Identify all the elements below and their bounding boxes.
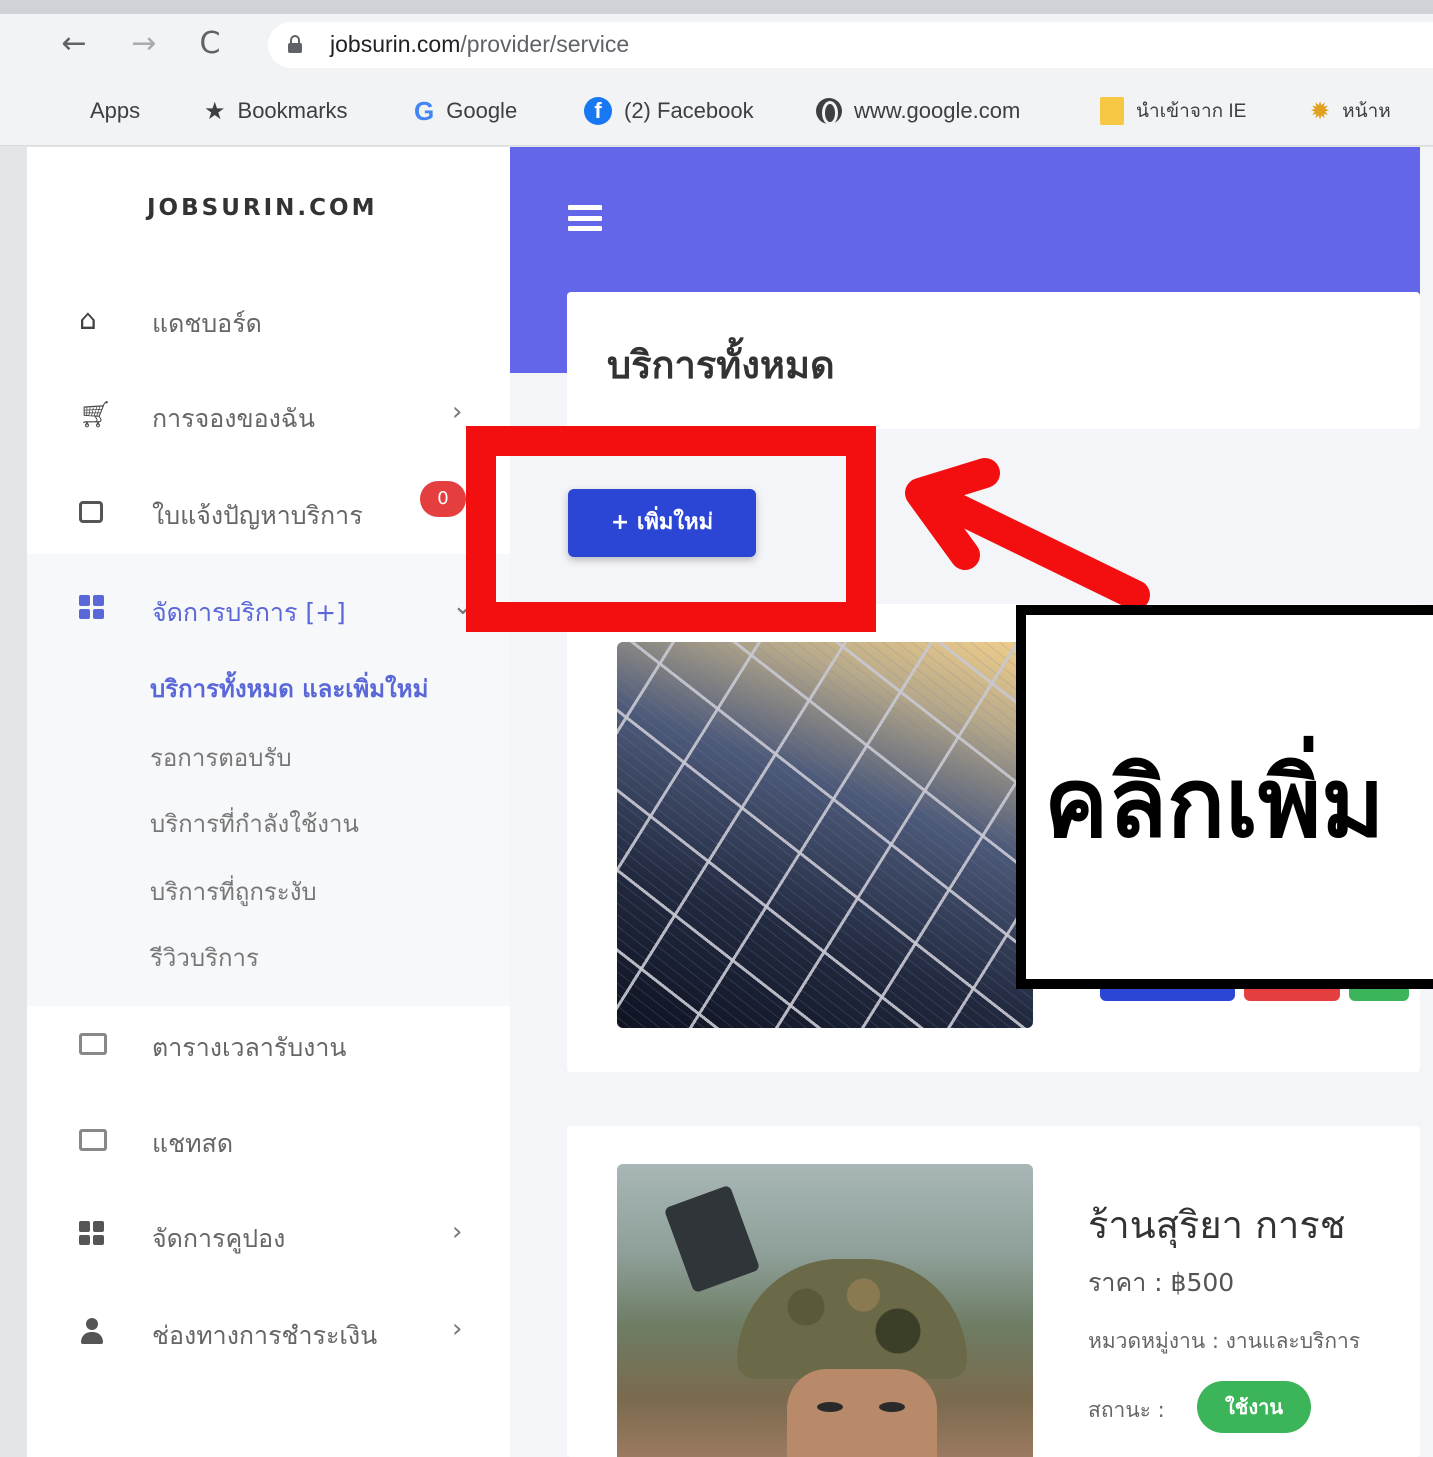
submenu-all-services[interactable]: บริการทั้งหมด และเพิ่มใหม่ (150, 669, 428, 708)
notification-badge: 0 (420, 481, 466, 517)
bookmarks-bar: Apps ★ Bookmarks G Google f (2) Facebook… (0, 76, 1433, 146)
home-icon: ⌂ (79, 303, 97, 336)
sidebar-item-label: จัดการบริการ [+] (152, 598, 346, 627)
sidebar-item-manage-services[interactable]: จัดการบริการ [+] ⌄ (27, 579, 510, 639)
sidebar-item-dashboard[interactable]: ⌂ แดชบอร์ด (27, 290, 510, 350)
service-card[interactable]: ร้านสุริยา การช ราคา : ฿500 หมวดหมู่งาน … (567, 1126, 1420, 1457)
sidebar-item-schedule[interactable]: ตารางเวลารับงาน (27, 1014, 510, 1074)
sidebar-item-label: จัดการคูปอง (152, 1224, 286, 1253)
sidebar-item-label: ช่องทางการชำระเงิน (152, 1321, 378, 1350)
bookmark-label: www.google.com (854, 98, 1021, 123)
apps-grid-icon (58, 101, 78, 121)
submenu-active-services[interactable]: บริการที่กำลังใช้งาน (150, 804, 359, 843)
browser-tab-strip (0, 0, 1433, 14)
bookmark-label: หน้าห (1342, 101, 1391, 122)
forward-arrow-icon[interactable]: → (126, 26, 162, 62)
submenu-reviews[interactable]: รีวิวบริการ (150, 938, 259, 977)
submenu-pending[interactable]: รอการตอบรับ (150, 738, 292, 777)
service-category: หมวดหมู่งาน : งานและบริการ (1088, 1329, 1361, 1353)
bookmark-label: (2) Facebook (624, 98, 754, 123)
sidebar: JOBSURIN.COM ⌂ แดชบอร์ด 🛒︎ การจองของฉัน … (27, 147, 510, 1457)
bookmark-site[interactable]: ✹ หน้าห (1310, 96, 1391, 126)
sidebar-item-label: แดชบอร์ด (152, 309, 262, 338)
page-title: บริการทั้งหมด (607, 343, 835, 387)
hamburger-menu-icon[interactable] (568, 205, 602, 231)
reload-icon[interactable]: C (192, 26, 228, 62)
chevron-right-icon: › (452, 1217, 463, 1247)
user-icon (79, 1318, 107, 1346)
bookmark-site-icon: ✹ (1310, 97, 1331, 125)
calendar-icon (79, 1030, 107, 1058)
sidebar-item-bookings[interactable]: 🛒︎ การจองของฉัน › (27, 385, 510, 445)
service-title[interactable]: ร้านสุริยา การช (1088, 1194, 1346, 1255)
url-domain: jobsurin.com (330, 31, 461, 57)
highlight-box (466, 426, 876, 632)
sidebar-item-coupons[interactable]: จัดการคูปอง › (27, 1205, 510, 1265)
page-title-card: บริการทั้งหมด (567, 292, 1420, 429)
bookmark-label: Google (446, 98, 518, 123)
pointer-arrow-icon (905, 458, 1150, 610)
inbox-icon (79, 498, 107, 526)
sidebar-item-live-chat[interactable]: แชทสด (27, 1110, 510, 1170)
globe-icon (816, 98, 842, 125)
service-image-technician[interactable] (617, 1164, 1033, 1457)
chevron-right-icon: › (452, 397, 463, 427)
service-image-solar-panel[interactable] (617, 642, 1033, 1028)
chevron-right-icon: › (452, 1314, 463, 1344)
star-icon: ★ (204, 97, 226, 125)
callout-box: คลิกเพิ่ม (1016, 605, 1433, 989)
bookmark-label: Apps (90, 98, 141, 123)
bookmark-google-com[interactable]: www.google.com (816, 96, 1020, 126)
browser-toolbar: ← → C jobsurin.com/provider/service (0, 14, 1433, 76)
bookmark-bookmarks[interactable]: ★ Bookmarks (204, 96, 348, 126)
sidebar-item-label: แชทสด (152, 1129, 234, 1158)
address-bar[interactable]: jobsurin.com/provider/service (268, 22, 1433, 68)
grid-icon (79, 1221, 107, 1249)
sidebar-item-payment[interactable]: ช่องทางการชำระเงิน › (27, 1302, 510, 1362)
folder-icon (1100, 97, 1124, 125)
back-arrow-icon[interactable]: ← (56, 26, 92, 62)
facebook-icon: f (584, 97, 612, 125)
sidebar-item-label: ใบแจ้งปัญหาบริการ (152, 501, 363, 530)
submenu-suspended[interactable]: บริการที่ถูกระงับ (150, 872, 317, 911)
cart-icon: 🛒︎ (79, 400, 113, 430)
bookmark-google[interactable]: G Google (414, 96, 517, 126)
callout-text: คลิกเพิ่ม (1044, 747, 1385, 859)
url-text: jobsurin.com/provider/service (330, 31, 629, 58)
bookmark-label: นำเข้าจาก IE (1136, 101, 1247, 122)
status-badge: ใช้งาน (1197, 1381, 1311, 1433)
brand-logo[interactable]: JOBSURIN.COM (147, 195, 377, 221)
sidebar-item-label: การจองของฉัน (152, 404, 315, 433)
bookmark-apps[interactable]: Apps (58, 96, 140, 126)
google-icon: G (414, 95, 435, 126)
grid-icon (79, 595, 107, 623)
url-path: /provider/service (460, 31, 630, 57)
lock-icon (288, 35, 302, 53)
service-status-label: สถานะ : (1088, 1398, 1165, 1422)
bookmark-ie-import[interactable]: นำเข้าจาก IE (1100, 96, 1246, 126)
service-price: ราคา : ฿500 (1088, 1268, 1235, 1297)
bookmark-label: Bookmarks (237, 98, 348, 123)
sidebar-item-label: ตารางเวลารับงาน (152, 1033, 347, 1062)
bookmark-facebook[interactable]: f (2) Facebook (584, 96, 754, 126)
chat-icon (79, 1126, 107, 1154)
